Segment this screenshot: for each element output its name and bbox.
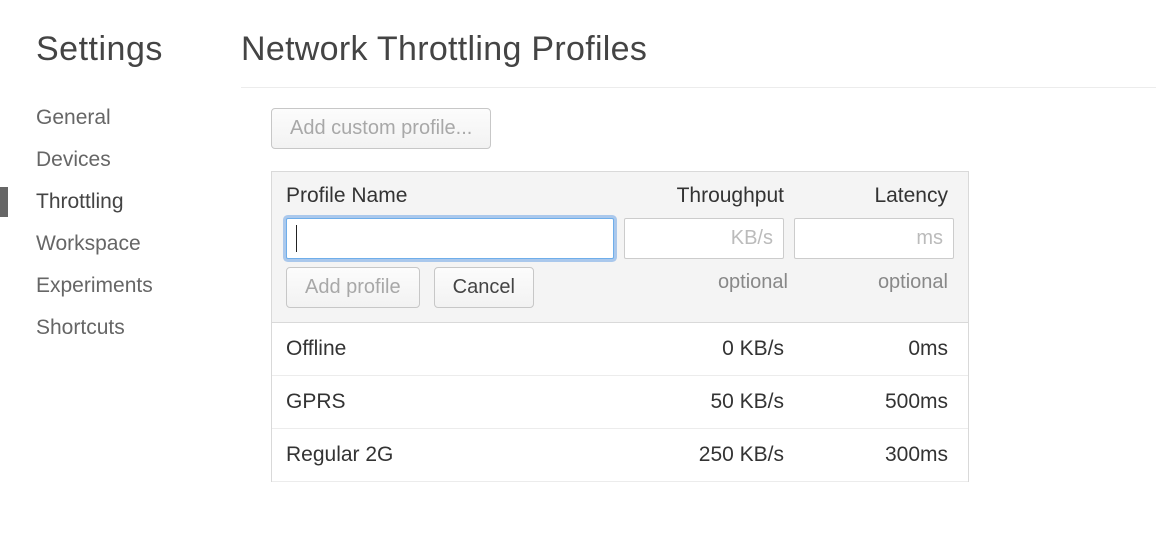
profiles-table: Profile Name Throughput Latency Add prof… <box>271 171 969 482</box>
profile-latency: 0ms <box>794 337 954 361</box>
sidebar-item-throttling[interactable]: Throttling <box>36 181 241 223</box>
settings-sidebar: Settings General Devices Throttling Work… <box>36 30 241 482</box>
new-profile-row <box>272 212 968 259</box>
title-divider <box>241 87 1156 88</box>
profile-latency: 500ms <box>794 390 954 414</box>
column-latency: Latency <box>794 184 954 208</box>
sidebar-item-shortcuts[interactable]: Shortcuts <box>36 307 241 349</box>
sidebar-item-workspace[interactable]: Workspace <box>36 223 241 265</box>
latency-input[interactable] <box>794 218 954 259</box>
profile-name: Regular 2G <box>286 443 634 467</box>
throughput-optional-label: optional <box>634 267 794 308</box>
add-custom-profile-button[interactable]: Add custom profile... <box>271 108 491 149</box>
throughput-input[interactable] <box>624 218 784 259</box>
column-profile-name: Profile Name <box>286 184 634 208</box>
profile-throughput: 50 KB/s <box>634 390 794 414</box>
main-panel: Network Throttling Profiles Add custom p… <box>241 30 1156 482</box>
latency-optional-label: optional <box>794 267 954 308</box>
new-profile-actions: Add profile Cancel optional optional <box>272 259 968 323</box>
profile-latency: 300ms <box>794 443 954 467</box>
profile-name: Offline <box>286 337 634 361</box>
column-throughput: Throughput <box>634 184 794 208</box>
sidebar-item-experiments[interactable]: Experiments <box>36 265 241 307</box>
sidebar-item-devices[interactable]: Devices <box>36 139 241 181</box>
cancel-button[interactable]: Cancel <box>434 267 534 308</box>
table-header: Profile Name Throughput Latency <box>272 172 968 212</box>
sidebar-item-general[interactable]: General <box>36 97 241 139</box>
table-row[interactable]: GPRS 50 KB/s 500ms <box>272 376 968 429</box>
profile-throughput: 0 KB/s <box>634 337 794 361</box>
page-title: Network Throttling Profiles <box>241 30 1156 69</box>
profile-name-input[interactable] <box>286 218 614 259</box>
profile-throughput: 250 KB/s <box>634 443 794 467</box>
settings-title: Settings <box>36 30 241 69</box>
table-row[interactable]: Regular 2G 250 KB/s 300ms <box>272 429 968 482</box>
table-row[interactable]: Offline 0 KB/s 0ms <box>272 323 968 376</box>
profile-name: GPRS <box>286 390 634 414</box>
add-profile-button[interactable]: Add profile <box>286 267 420 308</box>
